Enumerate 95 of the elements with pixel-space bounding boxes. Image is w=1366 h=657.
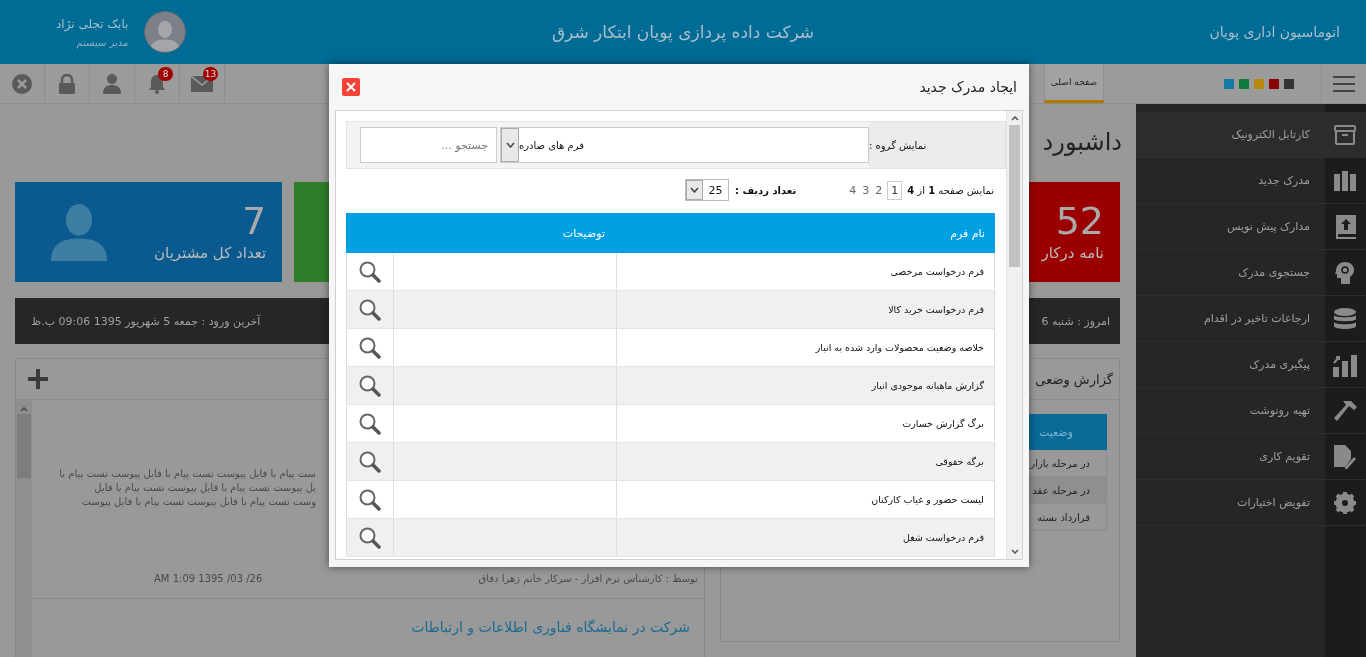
column-header: نام فرم bbox=[949, 225, 986, 242]
scrollbar[interactable] bbox=[1006, 111, 1022, 559]
table-cell: برگ گزارش خسارت bbox=[616, 405, 994, 442]
search-icon[interactable] bbox=[359, 374, 381, 397]
sidebar-item[interactable]: پیگیری مدرک bbox=[1136, 342, 1366, 388]
theme-swatch[interactable] bbox=[1284, 78, 1294, 89]
scrollbar-thumb[interactable] bbox=[17, 414, 31, 478]
close-icon[interactable] bbox=[12, 73, 32, 94]
sidebar-item[interactable]: تهیه رونوشت bbox=[1136, 388, 1366, 434]
head-search-icon bbox=[1335, 261, 1355, 284]
search-icon[interactable] bbox=[359, 260, 381, 283]
rows-select[interactable]: 25 bbox=[684, 179, 729, 201]
search-icon[interactable] bbox=[359, 488, 381, 511]
today-date: امروز : شنبه 6 bbox=[1041, 314, 1110, 328]
person-silhouette-icon bbox=[150, 20, 181, 52]
sidebar-item[interactable]: تقویم کاری bbox=[1136, 434, 1366, 480]
search-icon[interactable] bbox=[359, 298, 381, 321]
table-cell: فرم درخواست شغل bbox=[616, 519, 994, 556]
message-author: توسط : کارشناس نرم افزار - سرکار خانم زهرا دقاق bbox=[478, 573, 698, 584]
table-cell: قرارداد بسته bbox=[1037, 511, 1090, 523]
search-field[interactable]: جستجو ... bbox=[360, 127, 497, 163]
tab[interactable]: صفحه اصلی bbox=[1044, 64, 1104, 103]
column-header: توضیحات bbox=[561, 225, 606, 242]
table-cell: فرم درخواست خرید کالا bbox=[616, 291, 994, 328]
stat-value: 7 bbox=[242, 200, 267, 242]
sidebar-item[interactable]: کارتابل الکترونیک bbox=[1136, 112, 1366, 158]
last-login: آخرین ورود : جمعه 5 شهریور 1395 09:06 ب.ظ bbox=[31, 314, 261, 328]
gear-icon bbox=[1334, 491, 1356, 514]
search-icon[interactable] bbox=[359, 412, 381, 435]
scroll-up-icon[interactable] bbox=[20, 407, 28, 412]
table-cell: برگه حقوقی bbox=[616, 443, 994, 480]
book-upload-icon bbox=[1334, 214, 1356, 239]
page-title: داشبورد bbox=[1042, 128, 1122, 158]
table-cell: در مرحله عقد bbox=[1032, 484, 1090, 496]
add-icon[interactable] bbox=[28, 369, 48, 389]
scrollbar[interactable] bbox=[16, 400, 32, 657]
stat-label: نامه درکار bbox=[1041, 244, 1104, 262]
user-role: مدیر سیستم bbox=[76, 36, 129, 48]
close-button[interactable] bbox=[342, 78, 360, 96]
panel-title: گزارش وضعی bbox=[1035, 371, 1113, 387]
page-link[interactable]: 1 bbox=[887, 180, 903, 200]
company-name: شرکت داده پردازی پویان ابتکار شرق bbox=[551, 22, 815, 42]
scroll-up-icon[interactable] bbox=[1010, 116, 1019, 121]
theme-swatch[interactable] bbox=[1224, 78, 1234, 89]
group-select[interactable]: فرم های صادره bbox=[500, 127, 869, 163]
user-icon[interactable] bbox=[103, 73, 121, 94]
caret-icon bbox=[689, 187, 699, 193]
stat-label: تعداد کل مشتریان bbox=[154, 244, 267, 262]
hammer-icon bbox=[1333, 398, 1357, 423]
message-line: ست پیام با فایل پیوست تست پیام با فایل پیوست تست پیام با bbox=[59, 468, 316, 479]
document-pen-icon bbox=[1334, 444, 1356, 469]
column-header: وضعیت bbox=[1038, 425, 1073, 439]
search-icon[interactable] bbox=[359, 450, 381, 473]
message-date: AM 1:09 1395 /03 /26 bbox=[154, 573, 263, 584]
table-cell: در مرحله بازار bbox=[1030, 457, 1090, 469]
table-cell: خلاصه وضعیت محصولات وارد شده به انبار bbox=[616, 329, 994, 366]
message-line: یل پیوست تست پیام با فایل پیوست تست پیام با فایل bbox=[94, 482, 316, 493]
archive-icon bbox=[1334, 124, 1356, 145]
field-label: تعداد ردیف : bbox=[734, 184, 797, 196]
avatar[interactable] bbox=[144, 11, 187, 53]
sidebar-item[interactable]: مدارک پیش نویس bbox=[1136, 204, 1366, 250]
sidebar-item[interactable]: تفویض اختیارات bbox=[1136, 480, 1366, 526]
search-icon[interactable] bbox=[359, 336, 381, 359]
theme-swatch[interactable] bbox=[1254, 78, 1264, 89]
message-line: وست تست پیام با فایل پیوست تست پیام با فایل پیوست bbox=[81, 496, 316, 507]
caret-icon bbox=[505, 142, 515, 148]
table-cell: لیست حضور و غیاب کارکنان bbox=[616, 481, 994, 518]
theme-swatch[interactable] bbox=[1269, 78, 1279, 89]
sidebar-item[interactable]: مدرک جدید bbox=[1136, 158, 1366, 204]
page-link[interactable]: 3 bbox=[861, 183, 871, 197]
close-icon bbox=[346, 82, 356, 92]
table-cell: فرم درخواست مرخصی bbox=[616, 253, 994, 290]
sidebar-item[interactable]: ارجاعات تاخیر در اقدام bbox=[1136, 296, 1366, 342]
page-link[interactable]: 4 bbox=[848, 183, 858, 197]
sidebar-item[interactable]: جستجوی مدرک bbox=[1136, 250, 1366, 296]
count-badge: 8 bbox=[158, 67, 173, 81]
menu-icon[interactable] bbox=[1333, 75, 1355, 92]
user-name: بابک تجلی نژاد bbox=[56, 16, 129, 31]
scrollbar-thumb[interactable] bbox=[1009, 125, 1020, 267]
bar-chart-icon bbox=[1333, 352, 1357, 377]
search-icon[interactable] bbox=[359, 526, 381, 549]
dialog-title: ایجاد مدرک جدید bbox=[919, 79, 1017, 95]
customer-icon bbox=[51, 202, 107, 262]
app-name: اتوماسیون اداری پویان bbox=[1209, 24, 1341, 40]
page-link[interactable]: 2 bbox=[874, 183, 884, 197]
database-icon bbox=[1334, 307, 1356, 330]
table-cell: گزارش ماهیانه موجودی انبار bbox=[616, 367, 994, 404]
scroll-down-icon[interactable] bbox=[1010, 549, 1019, 554]
mail-icon[interactable] bbox=[191, 75, 213, 92]
field-label: نمایش گروه : bbox=[869, 122, 1005, 168]
books-icon bbox=[1334, 170, 1356, 191]
stat-value: 52 bbox=[1055, 200, 1104, 242]
count-badge: 13 bbox=[203, 67, 218, 81]
lock-icon[interactable] bbox=[59, 73, 75, 94]
theme-swatch[interactable] bbox=[1239, 78, 1249, 89]
